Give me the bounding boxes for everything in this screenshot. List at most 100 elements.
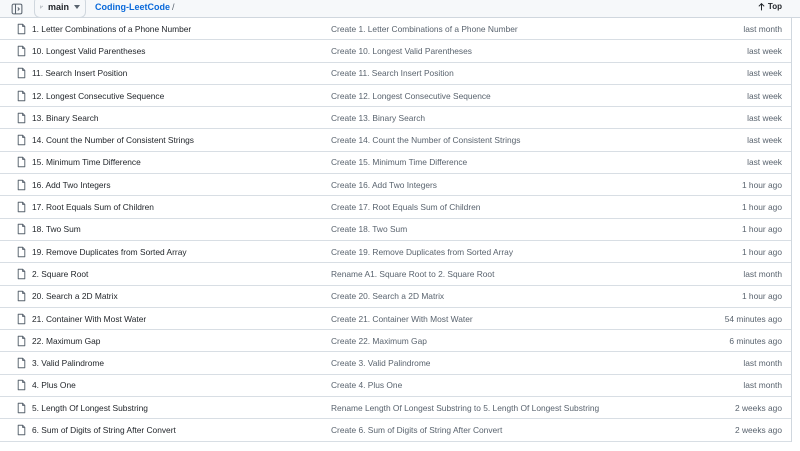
commit-age: last week	[747, 90, 782, 101]
commit-age: 6 minutes ago	[729, 335, 782, 346]
file-row[interactable]: 5. Length Of Longest Substring Rename Le…	[0, 397, 791, 420]
breadcrumb-separator: /	[172, 2, 175, 12]
file-row[interactable]: 18. Two Sum Create 18. Two Sum 1 hour ag…	[0, 219, 791, 241]
commit-age: 54 minutes ago	[724, 313, 782, 324]
file-row[interactable]: 11. Search Insert Position Create 11. Se…	[0, 63, 791, 85]
arrow-up-icon	[758, 2, 765, 10]
commit-message-link[interactable]: Create 15. Minimum Time Difference	[331, 157, 467, 167]
commit-message-link[interactable]: Create 10. Longest Valid Parentheses	[331, 46, 472, 56]
breadcrumb: Coding-LeetCode /	[95, 2, 175, 12]
commit-message-link[interactable]: Create 3. Valid Palindrome	[331, 358, 430, 368]
commit-message-link[interactable]: Rename A1. Square Root to 2. Square Root	[331, 269, 494, 279]
commit-age: last week	[747, 157, 782, 168]
file-icon	[17, 290, 26, 302]
commit-age: 1 hour ago	[741, 179, 782, 190]
branch-selector-button[interactable]: main	[34, 0, 86, 18]
file-name-link[interactable]: 21. Container With Most Water	[32, 314, 146, 324]
file-row[interactable]: 2. Square Root Rename A1. Square Root to…	[0, 263, 791, 286]
file-row[interactable]: 15. Minimum Time Difference Create 15. M…	[0, 152, 791, 175]
file-row[interactable]: 6. Sum of Digits of String After Convert…	[0, 419, 791, 442]
file-row[interactable]: 13. Binary Search Create 13. Binary Sear…	[0, 107, 791, 130]
file-name-link[interactable]: 11. Search Insert Position	[32, 68, 127, 78]
file-icon	[17, 380, 26, 391]
commit-message-link[interactable]: Create 11. Search Insert Position	[331, 68, 454, 78]
file-browser-header: main Coding-LeetCode / Top	[0, 0, 800, 18]
file-row[interactable]: 17. Root Equals Sum of Children Create 1…	[0, 196, 791, 219]
commit-message-link[interactable]: Create 19. Remove Duplicates from Sorted…	[331, 247, 513, 257]
file-name-link[interactable]: 15. Minimum Time Difference	[32, 157, 141, 167]
commit-age: last week	[747, 45, 782, 56]
file-name-link[interactable]: 17. Root Equals Sum of Children	[32, 202, 154, 212]
file-icon	[17, 246, 26, 257]
file-row[interactable]: 4. Plus One Create 4. Plus One last mont…	[0, 375, 791, 398]
file-icon	[17, 201, 26, 213]
git-branch-icon	[40, 5, 43, 9]
triangle-down-icon	[74, 5, 80, 9]
file-name-link[interactable]: 14. Count the Number of Consistent Strin…	[32, 135, 194, 145]
file-row[interactable]: 20. Search a 2D Matrix Create 20. Search…	[0, 286, 791, 308]
breadcrumb-repo-link[interactable]: Coding-LeetCode	[95, 2, 170, 12]
commit-age: 2 weeks ago	[734, 402, 782, 413]
file-list: 1. Letter Combinations of a Phone Number…	[0, 18, 792, 442]
commit-age: last week	[747, 112, 782, 123]
file-name-link[interactable]: 1. Letter Combinations of a Phone Number	[32, 24, 191, 34]
file-name-link[interactable]: 22. Maximum Gap	[32, 336, 100, 346]
file-name-link[interactable]: 13. Binary Search	[32, 113, 99, 123]
file-row[interactable]: 1. Letter Combinations of a Phone Number…	[0, 18, 791, 41]
file-tree-toggle-button[interactable]	[8, 0, 26, 17]
file-name-link[interactable]: 20. Search a 2D Matrix	[32, 291, 118, 301]
commit-age: last week	[747, 135, 782, 146]
file-name-link[interactable]: 18. Two Sum	[32, 224, 81, 234]
file-row[interactable]: 3. Valid Palindrome Create 3. Valid Pali…	[0, 352, 791, 375]
file-row[interactable]: 22. Maximum Gap Create 22. Maximum Gap 6…	[0, 330, 791, 353]
file-row[interactable]: 16. Add Two Integers Create 16. Add Two …	[0, 174, 791, 197]
commit-age: 1 hour ago	[741, 291, 782, 302]
file-icon	[17, 357, 26, 369]
commit-message-link[interactable]: Create 6. Sum of Digits of String After …	[331, 425, 502, 435]
file-row[interactable]: 19. Remove Duplicates from Sorted Array …	[0, 241, 791, 264]
file-name-link[interactable]: 16. Add Two Integers	[32, 180, 111, 190]
file-icon	[17, 335, 26, 347]
commit-message-link[interactable]: Create 13. Binary Search	[331, 113, 425, 123]
file-name-link[interactable]: 3. Valid Palindrome	[32, 358, 104, 368]
file-icon	[17, 224, 26, 235]
file-name-link[interactable]: 19. Remove Duplicates from Sorted Array	[32, 247, 187, 257]
file-icon	[17, 402, 26, 413]
branch-name: main	[47, 2, 69, 12]
file-icon	[17, 45, 26, 57]
file-icon	[17, 179, 26, 190]
commit-age: last month	[743, 23, 782, 34]
commit-message-link[interactable]: Create 1. Letter Combinations of a Phone…	[331, 24, 518, 34]
commit-message-link[interactable]: Create 16. Add Two Integers	[331, 180, 437, 190]
file-name-link[interactable]: 5. Length Of Longest Substring	[32, 403, 148, 413]
file-name-link[interactable]: 6. Sum of Digits of String After Convert	[32, 425, 176, 435]
commit-message-link[interactable]: Create 4. Plus One	[331, 380, 402, 390]
file-name-link[interactable]: 2. Square Root	[32, 269, 88, 279]
sidebar-expand-icon	[11, 3, 23, 14]
commit-age: last month	[743, 380, 782, 391]
commit-age: 1 hour ago	[741, 202, 782, 213]
file-icon	[17, 424, 26, 436]
commit-message-link[interactable]: Create 14. Count the Number of Consisten…	[331, 135, 520, 145]
commit-message-link[interactable]: Create 18. Two Sum	[331, 224, 407, 234]
file-name-link[interactable]: 12. Longest Consecutive Sequence	[32, 91, 164, 101]
back-to-top-button[interactable]: Top	[758, 2, 782, 11]
file-icon	[17, 112, 26, 124]
file-name-link[interactable]: 10. Longest Valid Parentheses	[32, 46, 145, 56]
commit-message-link[interactable]: Create 22. Maximum Gap	[331, 336, 427, 346]
commit-age: 1 hour ago	[741, 246, 782, 257]
commit-message-link[interactable]: Create 20. Search a 2D Matrix	[331, 291, 444, 301]
file-row[interactable]: 10. Longest Valid Parentheses Create 10.…	[0, 40, 791, 63]
file-icon	[17, 313, 26, 324]
commit-message-link[interactable]: Rename Length Of Longest Substring to 5.…	[331, 403, 599, 413]
file-row[interactable]: 12. Longest Consecutive Sequence Create …	[0, 85, 791, 108]
commit-message-link[interactable]: Create 21. Container With Most Water	[331, 314, 473, 324]
file-row[interactable]: 14. Count the Number of Consistent Strin…	[0, 129, 791, 152]
commit-message-link[interactable]: Create 17. Root Equals Sum of Children	[331, 202, 480, 212]
commit-age: 1 hour ago	[741, 224, 782, 235]
file-icon	[17, 157, 26, 168]
file-icon	[17, 134, 26, 146]
commit-message-link[interactable]: Create 12. Longest Consecutive Sequence	[331, 91, 491, 101]
file-name-link[interactable]: 4. Plus One	[32, 380, 76, 390]
file-row[interactable]: 21. Container With Most Water Create 21.…	[0, 308, 791, 331]
